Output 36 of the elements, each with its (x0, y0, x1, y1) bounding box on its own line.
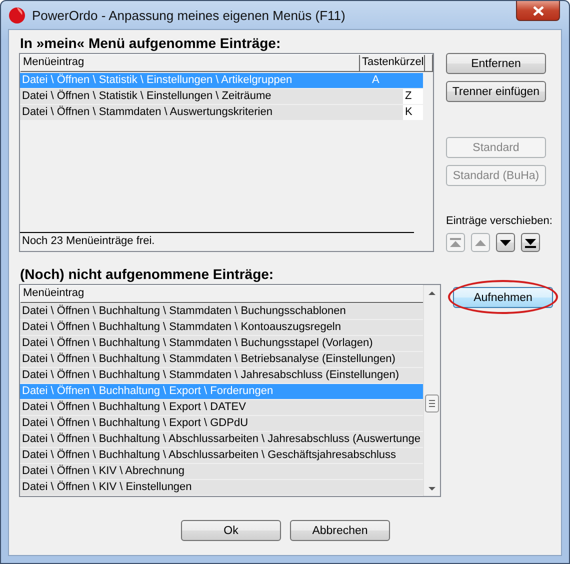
list-item[interactable]: Datei \ Öffnen \ Buchhaltung \ Export \ DATEV (20, 400, 424, 414)
list-item[interactable]: Datei \ Öffnen \ KIV \ Einstellungen (20, 480, 424, 494)
app-logo-icon (8, 6, 26, 24)
move-label: Einträge verschieben: (446, 215, 552, 227)
list-item[interactable]: Datei \ Öffnen \ Buchhaltung \ Export \ GDPdU (20, 416, 424, 430)
dialog-button[interactable]: Ok (181, 520, 281, 541)
scrollbar[interactable] (423, 285, 440, 496)
window-title: PowerOrdo - Anpassung meines eigenen Menüs (F11) (32, 8, 346, 22)
close-button[interactable] (516, 1, 560, 21)
status-text: Noch 23 Menüeinträge frei. (20, 232, 414, 251)
list-item[interactable]: Datei \ Öffnen \ Buchhaltung \ Stammdaten \ Buchungsschablonen (20, 304, 424, 318)
close-icon (532, 6, 544, 16)
action-button[interactable]: Trenner einfügen (446, 81, 546, 102)
list-item[interactable]: Datei \ Öffnen \ Buchhaltung \ Stammdaten \ Betriebsanalyse (Einstellungen) (20, 352, 424, 366)
shortcut-cell-text: A (371, 72, 380, 88)
list-item[interactable]: Datei \ Öffnen \ KIV \ Abrechnung (20, 464, 424, 478)
action-button[interactable]: Entfernen (446, 53, 546, 74)
column-header[interactable]: Menüeintrag (21, 55, 360, 71)
list-item[interactable]: Datei \ Öffnen \ Buchhaltung \ Abschlussarbeiten \ Jahresabschluss (Auswertunge (20, 432, 424, 446)
add-button[interactable]: Aufnehmen (453, 287, 553, 308)
column-header[interactable]: Tastenkürzel (360, 55, 425, 71)
move-bottom-icon (524, 236, 537, 248)
list-item[interactable]: Datei \ Öffnen \ Buchhaltung \ Stammdaten \ Kontoauszugsregeln (20, 320, 424, 334)
move-button[interactable] (521, 233, 540, 252)
section-heading: (Noch) nicht aufgenommene Einträge: (20, 266, 275, 282)
shortcut-cell: Z (403, 88, 423, 104)
list-item[interactable]: Datei \ Öffnen \ Stammdaten \ Auswertungskriterien (20, 104, 403, 120)
move-top-icon (449, 236, 462, 248)
section-heading: In »mein« Menü aufgenomme Einträge: (20, 35, 282, 51)
dialog-button[interactable]: Abbrechen (290, 520, 390, 541)
shortcut-cell: K (403, 104, 423, 120)
move-button[interactable] (496, 233, 515, 252)
list-item[interactable]: Datei \ Öffnen \ Statistik \ Einstellungen \ Zeiträume (20, 88, 403, 104)
list-item[interactable]: Datei \ Öffnen \ Buchhaltung \ Stammdaten \ Jahresabschluss (Einstellungen) (20, 368, 424, 382)
list-item[interactable]: Datei \ Öffnen \ Buchhaltung \ Abschlussarbeiten \ Geschäftsjahresabschluss (20, 448, 424, 462)
list-item[interactable]: Datei \ Öffnen \ Buchhaltung \ Stammdaten \ Buchungsstapel (Vorlagen) (20, 336, 424, 350)
